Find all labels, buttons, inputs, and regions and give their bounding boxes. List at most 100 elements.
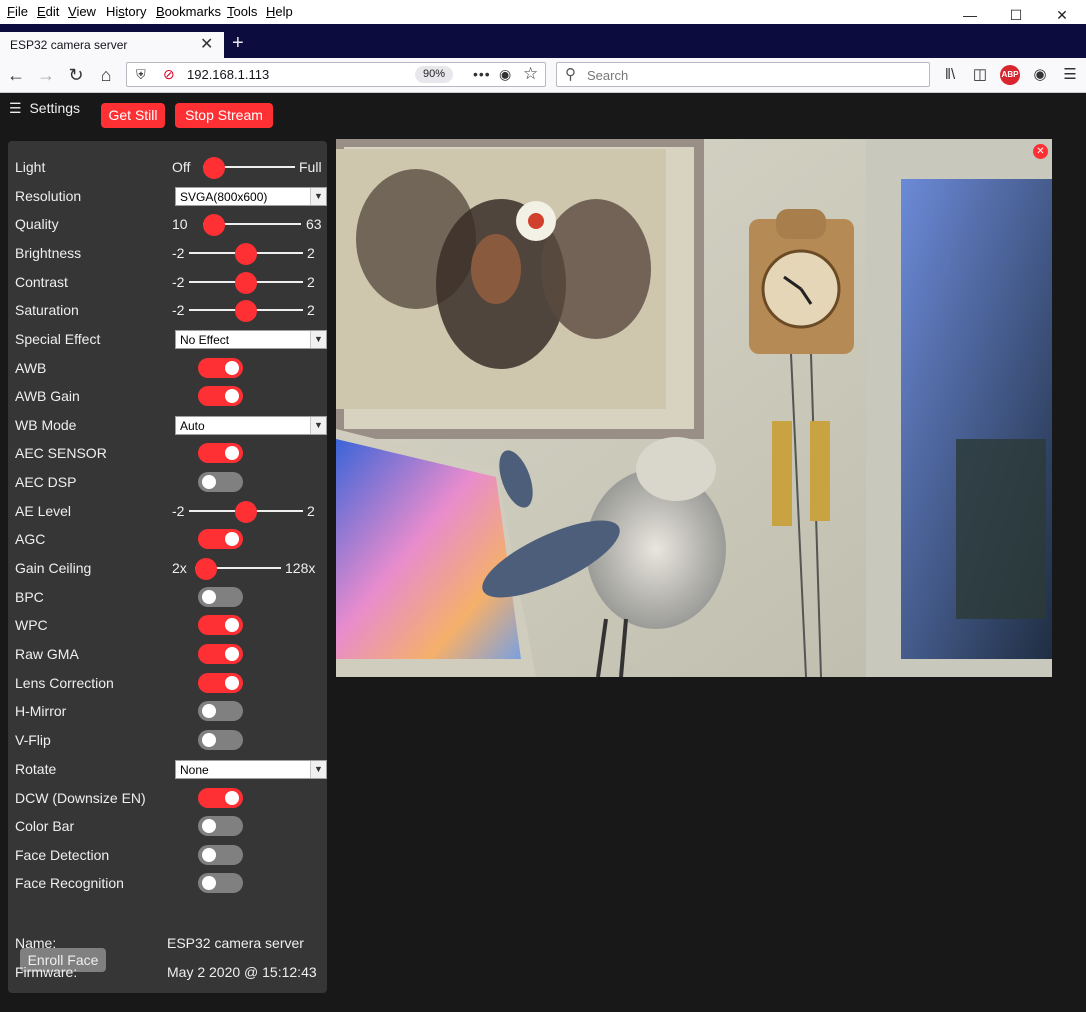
camera-stream-image [336, 139, 1052, 677]
bpc-label: BPC [15, 589, 44, 605]
agc-toggle[interactable] [198, 529, 243, 549]
new-tab-icon[interactable]: + [232, 32, 244, 55]
wpc-toggle[interactable] [198, 615, 243, 635]
adblock-icon[interactable]: ABP [1000, 65, 1020, 85]
shield-icon[interactable]: ⛨ [136, 67, 146, 83]
account-icon[interactable]: ◉ [1030, 65, 1050, 85]
search-placeholder: Search [587, 68, 629, 83]
menu-view[interactable]: View [68, 4, 96, 19]
color-bar-toggle[interactable] [198, 816, 243, 836]
url-text[interactable]: 192.168.1.113 [187, 67, 269, 82]
gain-ceiling-slider-thumb[interactable] [195, 558, 217, 580]
forward-icon[interactable]: → [34, 63, 58, 87]
awb-toggle[interactable] [198, 358, 243, 378]
hamburger-menu-icon[interactable]: ☰ [1060, 65, 1080, 85]
rotate-select[interactable]: None ▼ [175, 760, 327, 779]
bpc-toggle[interactable] [198, 587, 243, 607]
agc-label: AGC [15, 531, 46, 547]
insecure-lock-icon[interactable]: ⊘ [163, 66, 175, 83]
ae-level-max-label: 2 [307, 503, 315, 519]
awb-gain-toggle-knob [225, 389, 239, 403]
stop-stream-button[interactable]: Stop Stream [175, 103, 273, 128]
special-effect-select[interactable]: No Effect ▼ [175, 330, 327, 349]
contrast-slider-thumb[interactable] [235, 272, 257, 294]
aec-sensor-toggle[interactable] [198, 443, 243, 463]
nav-bar: ← → ↻ ⌂ ⛨ ⊘ 192.168.1.113 90% ••• ◉ ☆ ⚲ … [0, 58, 1086, 93]
light-label: Light [15, 159, 46, 175]
awb-gain-toggle[interactable] [198, 386, 243, 406]
resolution-select[interactable]: SVGA(800x600) ▼ [175, 187, 327, 206]
settings-toggle[interactable]: ☰ Settings [9, 100, 80, 117]
saturation-max-label: 2 [307, 302, 315, 318]
bookmark-star-icon[interactable]: ☆ [523, 64, 538, 84]
tab-close-icon[interactable]: ✕ [200, 34, 213, 54]
settings-panel: Light Off Full Resolution SVGA(800x600) ▼ Qual… [8, 141, 327, 993]
h-mirror-label: H-Mirror [15, 703, 67, 719]
control-aec-sensor: AEC SENSOR [15, 443, 320, 463]
reload-icon[interactable]: ↻ [64, 63, 88, 87]
gain-ceiling-max-label: 128x [285, 560, 316, 576]
lens-correction-toggle-knob [225, 676, 239, 690]
gain-ceiling-label: Gain Ceiling [15, 560, 92, 576]
quality-slider-thumb[interactable] [203, 214, 225, 236]
v-flip-toggle-knob [202, 733, 216, 747]
contrast-min-label: -2 [172, 274, 185, 290]
url-bar[interactable]: ⛨ ⊘ 192.168.1.113 90% ••• ◉ ☆ [126, 62, 546, 87]
h-mirror-toggle-knob [202, 704, 216, 718]
control-dcw-downsize-en: DCW (Downsize EN) [15, 788, 320, 808]
aec-sensor-label: AEC SENSOR [15, 445, 107, 461]
home-icon[interactable]: ⌂ [94, 63, 118, 87]
control-raw-gma: Raw GMA [15, 644, 320, 664]
control-lens-correction: Lens Correction [15, 673, 320, 693]
dcw-downsize-en-toggle[interactable] [198, 788, 243, 808]
control-aec-dsp: AEC DSP [15, 472, 320, 492]
tab-esp32-camera[interactable]: ESP32 camera server ✕ [0, 32, 224, 58]
sidebar-icon[interactable]: ◫ [970, 65, 990, 85]
menu-file[interactable]: File [7, 4, 28, 19]
chevron-down-icon[interactable]: ▼ [310, 761, 326, 778]
dcw-downsize-en-label: DCW (Downsize EN) [15, 790, 146, 806]
ae-level-slider-thumb[interactable] [235, 501, 257, 523]
aec-dsp-toggle[interactable] [198, 472, 243, 492]
chevron-down-icon[interactable]: ▼ [310, 417, 326, 434]
menu-tools[interactable]: Tools [227, 4, 257, 19]
search-icon: ⚲ [565, 66, 576, 83]
zoom-indicator[interactable]: 90% [415, 66, 453, 83]
menu-bar: File Edit View History Bookmarks Tools H… [0, 0, 1086, 24]
raw-gma-toggle[interactable] [198, 644, 243, 664]
control-contrast: Contrast -2 2 [15, 272, 320, 294]
menu-help[interactable]: Help [266, 4, 293, 19]
face-recognition-toggle[interactable] [198, 873, 243, 893]
get-still-button[interactable]: Get Still [101, 103, 165, 128]
chevron-down-icon[interactable]: ▼ [310, 188, 326, 205]
light-slider-thumb[interactable] [203, 157, 225, 179]
contrast-label: Contrast [15, 274, 68, 290]
page-actions-icon[interactable]: ••• [473, 66, 491, 82]
library-icon[interactable]: ‖\ [940, 65, 960, 85]
face-detection-toggle-knob [202, 848, 216, 862]
quality-max-label: 63 [306, 216, 322, 232]
search-input[interactable]: ⚲ Search [556, 62, 930, 87]
brightness-min-label: -2 [172, 245, 185, 261]
h-mirror-toggle[interactable] [198, 701, 243, 721]
wb-mode-select[interactable]: Auto ▼ [175, 416, 327, 435]
menu-bookmarks[interactable]: Bookmarks [156, 4, 221, 19]
back-icon[interactable]: ← [4, 63, 28, 87]
saturation-slider-thumb[interactable] [235, 300, 257, 322]
settings-label: Settings [29, 100, 81, 116]
close-stream-icon[interactable]: ✕ [1033, 144, 1048, 159]
wb-mode-label: WB Mode [15, 417, 77, 433]
special-effect-label: Special Effect [15, 331, 101, 347]
brightness-slider-thumb[interactable] [235, 243, 257, 265]
chevron-down-icon[interactable]: ▼ [310, 331, 326, 348]
stream-picture [336, 139, 1052, 677]
control-saturation: Saturation -2 2 [15, 300, 320, 322]
menu-history[interactable]: History [106, 4, 146, 19]
menu-edit[interactable]: Edit [37, 4, 59, 19]
v-flip-toggle[interactable] [198, 730, 243, 750]
face-detection-toggle[interactable] [198, 845, 243, 865]
pocket-icon[interactable]: ◉ [499, 66, 511, 83]
control-special-effect: Special Effect No Effect ▼ [15, 329, 327, 349]
saturation-label: Saturation [15, 302, 79, 318]
lens-correction-toggle[interactable] [198, 673, 243, 693]
